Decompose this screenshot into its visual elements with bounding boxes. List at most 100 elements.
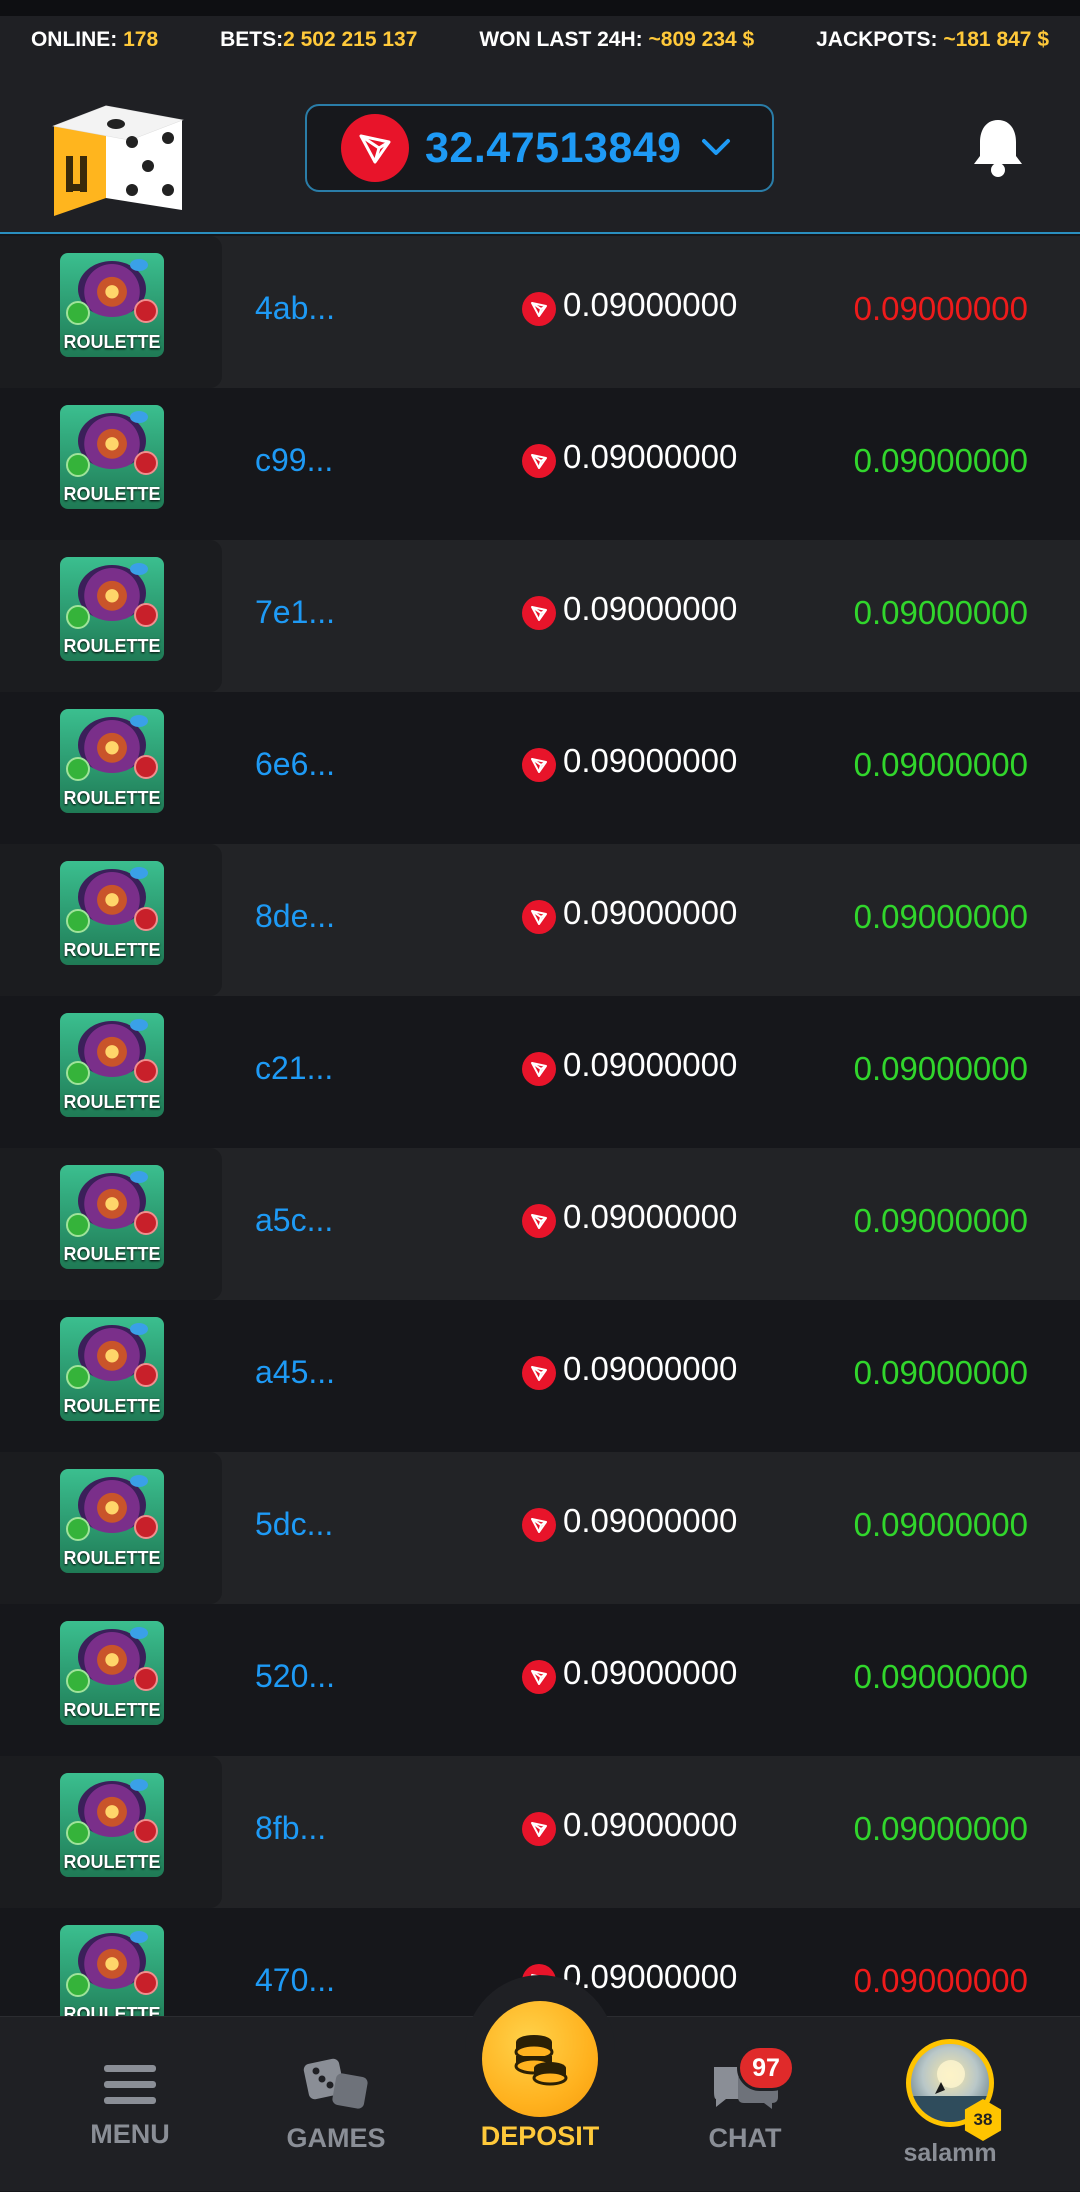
roulette-game-icon[interactable]: ROULETTE [60, 709, 164, 813]
bet-row[interactable]: ROULETTE 4ab... 0.09000000 0.09000000 [0, 236, 1080, 388]
roulette-game-icon[interactable]: ROULETTE [60, 1773, 164, 1877]
chip-blue-graphic [130, 563, 148, 575]
bet-profit: 0.09000000 [853, 1810, 1028, 1847]
bet-hash-link[interactable]: 5dc... [255, 1506, 333, 1543]
tron-icon [522, 1812, 556, 1846]
roulette-game-icon[interactable]: ROULETTE [60, 1317, 164, 1421]
bet-row[interactable]: ROULETTE c21... 0.09000000 0.09000000 [0, 996, 1080, 1148]
tron-icon [522, 1660, 556, 1694]
bet-hash-link[interactable]: c99... [255, 442, 333, 479]
roulette-game-icon[interactable]: ROULETTE [60, 861, 164, 965]
nav-deposit-label: DEPOSIT [480, 2121, 600, 2151]
stats-ticker: ONLINE: 178 BETS:2 502 215 137 WON LAST … [0, 16, 1080, 64]
nav-menu[interactable]: MENU [80, 2017, 180, 2192]
game-name: ROULETTE [63, 1244, 161, 1264]
game-cell: ROULETTE [0, 540, 222, 692]
dice-icon [303, 2058, 368, 2109]
bet-row[interactable]: ROULETTE 8fb... 0.09000000 0.09000000 [0, 1756, 1080, 1908]
roulette-game-icon[interactable]: ROULETTE [60, 1621, 164, 1725]
nav-games[interactable]: GAMES [276, 2017, 396, 2192]
chip-red-graphic [134, 907, 158, 931]
roulette-game-icon[interactable]: ROULETTE [60, 1013, 164, 1117]
chip-green-graphic [66, 301, 90, 325]
chip-blue-graphic [130, 1779, 148, 1791]
dice-logo-icon[interactable] [44, 78, 194, 228]
bet-hash-link[interactable]: 7e1... [255, 594, 335, 631]
bet-hash-link[interactable]: 8fb... [255, 1810, 326, 1847]
chip-red-graphic [134, 1667, 158, 1691]
bet-hash-link[interactable]: c21... [255, 1050, 333, 1087]
tron-icon [522, 292, 556, 326]
bet-row[interactable]: ROULETTE 7e1... 0.09000000 0.09000000 [0, 540, 1080, 692]
tron-icon [522, 1052, 556, 1086]
bet-hash-link[interactable]: a5c... [255, 1202, 333, 1239]
game-name: ROULETTE [63, 1396, 161, 1416]
chip-red-graphic [134, 1515, 158, 1539]
roulette-game-icon[interactable]: ROULETTE [60, 1165, 164, 1269]
balance-selector[interactable]: 32.47513849 [305, 104, 774, 192]
nav-games-label: GAMES [286, 2123, 386, 2153]
bet-amount: 0.09000000 [563, 1806, 738, 1843]
game-name: ROULETTE [63, 1092, 161, 1112]
bell-icon[interactable] [970, 116, 1026, 180]
bet-profit: 0.09000000 [853, 290, 1028, 327]
roulette-game-icon[interactable]: ROULETTE [60, 1469, 164, 1573]
tron-icon [522, 748, 556, 782]
bet-row[interactable]: ROULETTE a5c... 0.09000000 0.09000000 [0, 1148, 1080, 1300]
bet-row[interactable]: ROULETTE c99... 0.09000000 0.09000000 [0, 388, 1080, 540]
game-name: ROULETTE [63, 940, 161, 960]
game-cell: ROULETTE [0, 1300, 222, 1452]
chip-red-graphic [134, 1059, 158, 1083]
bet-profit: 0.09000000 [853, 1658, 1028, 1695]
chip-green-graphic [66, 1517, 90, 1541]
bet-hash-link[interactable]: 6e6... [255, 746, 335, 783]
nav-chat[interactable]: CHAT [694, 2017, 796, 2192]
bet-row[interactable]: ROULETTE 520... 0.09000000 0.09000000 [0, 1604, 1080, 1756]
bet-row[interactable]: ROULETTE 8de... 0.09000000 0.09000000 [0, 844, 1080, 996]
roulette-game-icon[interactable]: ROULETTE [60, 1925, 164, 2016]
bet-profit: 0.09000000 [853, 1506, 1028, 1543]
roulette-game-icon[interactable]: ROULETTE [60, 405, 164, 509]
roulette-game-icon[interactable]: ROULETTE [60, 557, 164, 661]
bet-amount: 0.09000000 [563, 894, 738, 931]
app-header: 32.47513849 [0, 64, 1080, 234]
chip-green-graphic [66, 1669, 90, 1693]
bottom-nav: MENU GAMES DEPOSIT CHAT 97 38 salamm [0, 1975, 1080, 2192]
game-name: ROULETTE [63, 484, 161, 504]
chip-blue-graphic [130, 259, 148, 271]
game-name: ROULETTE [63, 1548, 161, 1568]
username-label: salamm [903, 2139, 997, 2167]
game-name: ROULETTE [63, 636, 161, 656]
bet-amount: 0.09000000 [563, 590, 738, 627]
bet-profit: 0.09000000 [853, 1202, 1028, 1239]
bet-amount: 0.09000000 [563, 1046, 738, 1083]
menu-icon [104, 2065, 156, 2104]
bet-hash-link[interactable]: 520... [255, 1658, 335, 1695]
chip-blue-graphic [130, 715, 148, 727]
bet-hash-link[interactable]: a45... [255, 1354, 335, 1391]
bet-row[interactable]: ROULETTE 6e6... 0.09000000 0.09000000 [0, 692, 1080, 844]
chevron-down-icon [700, 137, 732, 164]
game-cell: ROULETTE [0, 1604, 222, 1756]
bet-hash-link[interactable]: 4ab... [255, 290, 335, 327]
game-name: ROULETTE [63, 788, 161, 808]
chip-red-graphic [134, 1971, 158, 1995]
nav-chat-label: CHAT [708, 2123, 782, 2153]
bet-profit: 0.09000000 [853, 442, 1028, 479]
chip-green-graphic [66, 1061, 90, 1085]
bet-hash-link[interactable]: 470... [255, 1962, 335, 1999]
bet-profit: 0.09000000 [853, 898, 1028, 935]
chip-green-graphic [66, 1213, 90, 1237]
bet-hash-link[interactable]: 8de... [255, 898, 335, 935]
tron-icon [522, 596, 556, 630]
game-name: ROULETTE [63, 2004, 161, 2016]
bet-history-list: ROULETTE 4ab... 0.09000000 0.09000000 RO… [0, 236, 1080, 2016]
bet-row[interactable]: ROULETTE 5dc... 0.09000000 0.09000000 [0, 1452, 1080, 1604]
bet-row[interactable]: ROULETTE a45... 0.09000000 0.09000000 [0, 1300, 1080, 1452]
deposit-button[interactable] [482, 2001, 598, 2117]
chip-blue-graphic [130, 867, 148, 879]
game-cell: ROULETTE [0, 1756, 222, 1908]
game-cell: ROULETTE [0, 388, 222, 540]
roulette-game-icon[interactable]: ROULETTE [60, 253, 164, 357]
tron-icon [522, 1508, 556, 1542]
